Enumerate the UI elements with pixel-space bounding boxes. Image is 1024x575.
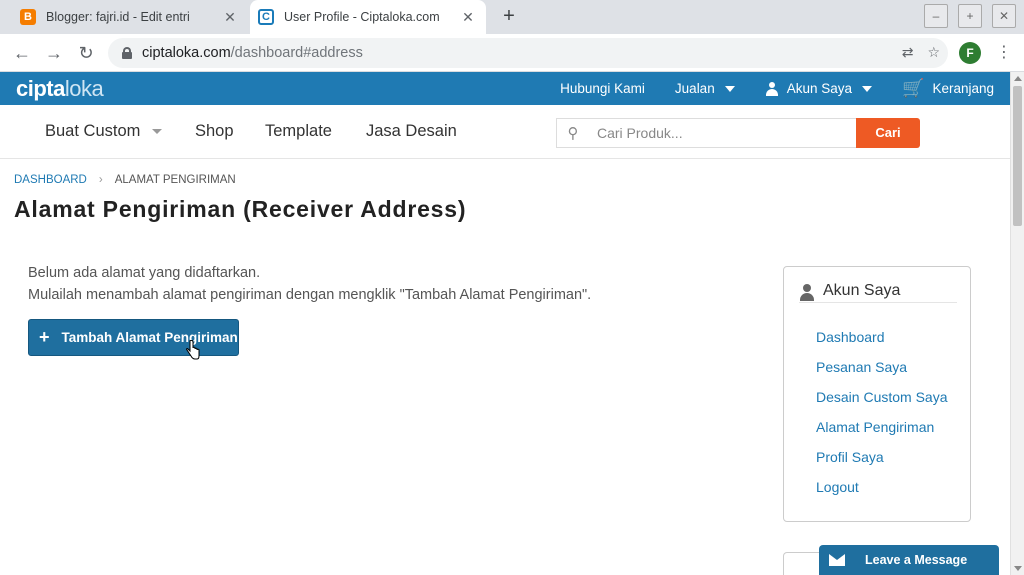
new-tab-button[interactable]: + — [498, 5, 520, 27]
message-line-1: Belum ada alamat yang didaftarkan. — [28, 265, 261, 281]
nav-template[interactable]: Template — [265, 122, 332, 141]
message-line-2: Mulailah menambah alamat pengiriman deng… — [28, 287, 592, 303]
forward-arrow-icon[interactable]: → — [42, 41, 66, 65]
reload-icon[interactable]: ↻ — [74, 41, 98, 65]
sidebar-item-dashboard[interactable]: Dashboard — [816, 327, 948, 357]
add-address-button[interactable]: + Tambah Alamat Pengiriman — [28, 319, 239, 356]
chevron-down-icon — [862, 85, 873, 92]
scrollbar-thumb[interactable] — [1013, 86, 1022, 226]
browser-toolbar: ← → ↻ ciptaloka.com/dashboard#address ⇄ … — [0, 34, 1024, 72]
url-host: ciptaloka.com — [142, 45, 231, 61]
tab-title: User Profile - Ciptaloka.com — [284, 10, 440, 24]
sidebar-item-profile[interactable]: Profil Saya — [816, 447, 948, 477]
sell-menu[interactable]: Jualan — [675, 81, 735, 96]
back-arrow-icon[interactable]: ← — [10, 41, 34, 65]
address-bar[interactable]: ciptaloka.com/dashboard#address ⇄ ☆ — [108, 38, 948, 68]
ciptaloka-favicon-icon: C — [258, 9, 274, 25]
account-sidebar: Akun Saya Dashboard Pesanan Saya Desain … — [783, 266, 971, 522]
user-icon — [765, 81, 779, 96]
sidebar-header: Akun Saya — [799, 279, 957, 303]
sidebar-item-logout[interactable]: Logout — [816, 477, 948, 507]
scroll-down-arrow-icon[interactable] — [1014, 566, 1022, 571]
main-navigation: Buat Custom Shop Template Jasa Desain ⚲ … — [0, 105, 1010, 159]
cart-icon: 🛒 — [902, 78, 925, 98]
sidebar-item-orders[interactable]: Pesanan Saya — [816, 357, 948, 387]
maximize-window-button[interactable]: + — [958, 4, 982, 28]
close-window-button[interactable]: ✕ — [992, 4, 1016, 28]
search-input[interactable] — [589, 119, 856, 147]
browser-tab-blogger[interactable]: B Blogger: fajri.id - Edit entri ✕ — [8, 0, 248, 34]
blogger-favicon-icon: B — [20, 9, 36, 25]
breadcrumb: DASHBOARD › ALAMAT PENGIRIMAN — [14, 174, 236, 186]
browser-tab-strip: B Blogger: fajri.id - Edit entri ✕ C Use… — [0, 0, 1024, 34]
lock-icon — [122, 47, 132, 59]
scroll-up-arrow-icon[interactable] — [1014, 76, 1022, 81]
bookmark-star-icon[interactable]: ☆ — [927, 44, 940, 61]
search-button[interactable]: Cari — [856, 118, 920, 148]
browser-menu-icon[interactable]: ⋮ — [996, 42, 1012, 64]
envelope-icon — [829, 554, 845, 566]
empty-address-message: Belum ada alamat yang didaftarkan. Mulai… — [28, 262, 591, 306]
close-tab-icon[interactable]: ✕ — [456, 9, 480, 26]
translate-icon[interactable]: ⇄ — [902, 44, 914, 61]
search-icon: ⚲ — [567, 125, 579, 142]
sidebar-item-custom-designs[interactable]: Desain Custom Saya — [816, 387, 948, 417]
breadcrumb-dashboard-link[interactable]: DASHBOARD — [14, 174, 87, 186]
close-tab-icon[interactable]: ✕ — [218, 9, 242, 26]
minimize-window-button[interactable]: – — [924, 4, 948, 28]
add-address-label: Tambah Alamat Pengiriman — [61, 330, 238, 345]
chat-label: Leave a Message — [865, 553, 968, 567]
browser-tab-ciptaloka[interactable]: C User Profile - Ciptaloka.com ✕ — [250, 0, 486, 34]
site-top-bar: ciptaloka Hubungi Kami Jualan Akun Saya … — [0, 72, 1010, 105]
tab-title: Blogger: fajri.id - Edit entri — [46, 10, 190, 24]
user-icon — [799, 282, 815, 301]
url-path: /dashboard#address — [230, 45, 363, 61]
cart-link[interactable]: 🛒 Keranjang — [902, 78, 994, 99]
nav-buat-custom[interactable]: Buat Custom — [45, 122, 163, 141]
breadcrumb-current: ALAMAT PENGIRIMAN — [114, 174, 236, 186]
leave-message-widget[interactable]: Leave a Message — [819, 545, 999, 575]
page-scrollbar[interactable] — [1010, 72, 1024, 575]
search-box: ⚲ — [556, 118, 856, 148]
contact-link[interactable]: Hubungi Kami — [560, 81, 645, 96]
sidebar-item-addresses[interactable]: Alamat Pengiriman — [816, 417, 948, 447]
chevron-right-icon: › — [98, 174, 103, 186]
chevron-down-icon — [724, 85, 735, 92]
page-title: Alamat Pengiriman (Receiver Address) — [14, 196, 467, 222]
plus-icon: + — [39, 327, 50, 347]
chevron-down-icon — [152, 129, 163, 134]
nav-shop[interactable]: Shop — [195, 122, 234, 141]
sidebar-title: Akun Saya — [823, 281, 901, 299]
nav-jasa-desain[interactable]: Jasa Desain — [366, 122, 457, 141]
hand-cursor-icon — [186, 340, 200, 360]
profile-avatar[interactable]: F — [959, 42, 981, 64]
ciptaloka-logo[interactable]: ciptaloka — [16, 76, 104, 102]
account-menu[interactable]: Akun Saya — [765, 81, 873, 96]
